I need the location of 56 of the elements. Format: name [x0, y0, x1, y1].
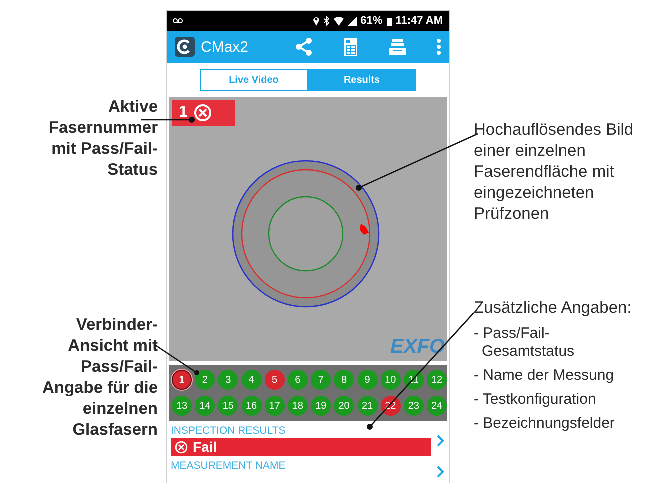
- battery-icon: [386, 16, 392, 26]
- signal-icon: [348, 16, 357, 26]
- leader-line: [141, 117, 195, 123]
- brand-logo: EXFO: [390, 336, 445, 359]
- fiber-indicator[interactable]: 17: [264, 396, 285, 416]
- fiber-indicator[interactable]: 16: [242, 396, 262, 416]
- fiber-indicator[interactable]: 3: [218, 370, 238, 390]
- fiber-indicator[interactable]: 15: [218, 396, 238, 416]
- fiber-indicator[interactable]: 23: [404, 396, 424, 416]
- battery-percent: 61%: [360, 15, 383, 27]
- fiber-indicator[interactable]: 8: [334, 370, 354, 390]
- fiber-indicator[interactable]: 1: [172, 370, 192, 390]
- share-icon[interactable]: [295, 38, 313, 56]
- voicemail-icon: [173, 18, 183, 24]
- fiber-indicator[interactable]: 13: [172, 396, 192, 416]
- fiber-indicator[interactable]: 5: [264, 370, 285, 390]
- section-label: MEASUREMENT NAME: [171, 460, 287, 472]
- chevron-right-icon[interactable]: [437, 435, 445, 447]
- callout-list-item: - Name der Messung: [474, 367, 616, 385]
- fiber-indicator[interactable]: 4: [242, 370, 262, 390]
- fiber-indicator[interactable]: 6: [288, 370, 308, 390]
- fiber-indicator[interactable]: 18: [288, 396, 308, 416]
- tray-icon[interactable]: [389, 39, 406, 55]
- fiber-indicator[interactable]: 10: [380, 370, 401, 390]
- callout-list-item: - Testkonfiguration: [474, 391, 598, 409]
- bluetooth-icon: [324, 16, 330, 26]
- callout-text: Aktive Fasernummer mit Pass/Fail-Status: [48, 97, 158, 181]
- fail-icon: [175, 440, 188, 454]
- chevron-right-icon[interactable]: [437, 466, 445, 478]
- callout-text: Hochauflösendes Bild einer einzelnen Faserendfläche mit eingezeichneten Prüfzonen: [474, 120, 635, 225]
- fiber-indicator[interactable]: 12: [427, 370, 448, 390]
- callout-list-item: - Pass/Fail-Gesamtstatus: [474, 325, 576, 361]
- app-title: CMax2: [201, 38, 250, 56]
- spreadsheet-icon[interactable]: [344, 38, 358, 56]
- fiber-indicator[interactable]: 20: [334, 396, 354, 416]
- fiber-indicator[interactable]: 9: [358, 370, 378, 390]
- callout-list-item: - Bezeichnungsfelder: [474, 415, 616, 433]
- tab[interactable]: Results: [308, 69, 416, 91]
- fiber-indicator[interactable]: 14: [195, 396, 216, 416]
- overflow-menu-icon[interactable]: [437, 39, 441, 55]
- active-fiber-number: 1: [179, 104, 188, 122]
- fiber-indicator[interactable]: 21: [358, 396, 378, 416]
- callout-text: Verbinder-Ansicht mit Pass/Fail-Angabe für die einzelnen Glasfasern: [41, 315, 158, 441]
- fiber-indicator[interactable]: 2: [195, 370, 216, 390]
- location-icon: [312, 16, 320, 26]
- fiber-indicator[interactable]: 24: [427, 396, 448, 416]
- clock-time: 11:47 AM: [396, 15, 443, 27]
- inspection-result-value: Fail: [193, 439, 218, 455]
- fiber-indicator[interactable]: 19: [311, 396, 332, 416]
- callout-text: Zusätzliche Angaben:: [474, 298, 633, 319]
- section-label: INSPECTION RESULTS: [171, 425, 287, 437]
- app-logo-icon: [175, 37, 195, 57]
- wifi-icon: [334, 16, 344, 26]
- fiber-indicator[interactable]: 7: [311, 370, 332, 390]
- fail-icon: [194, 104, 212, 122]
- tab[interactable]: Live Video: [200, 69, 308, 91]
